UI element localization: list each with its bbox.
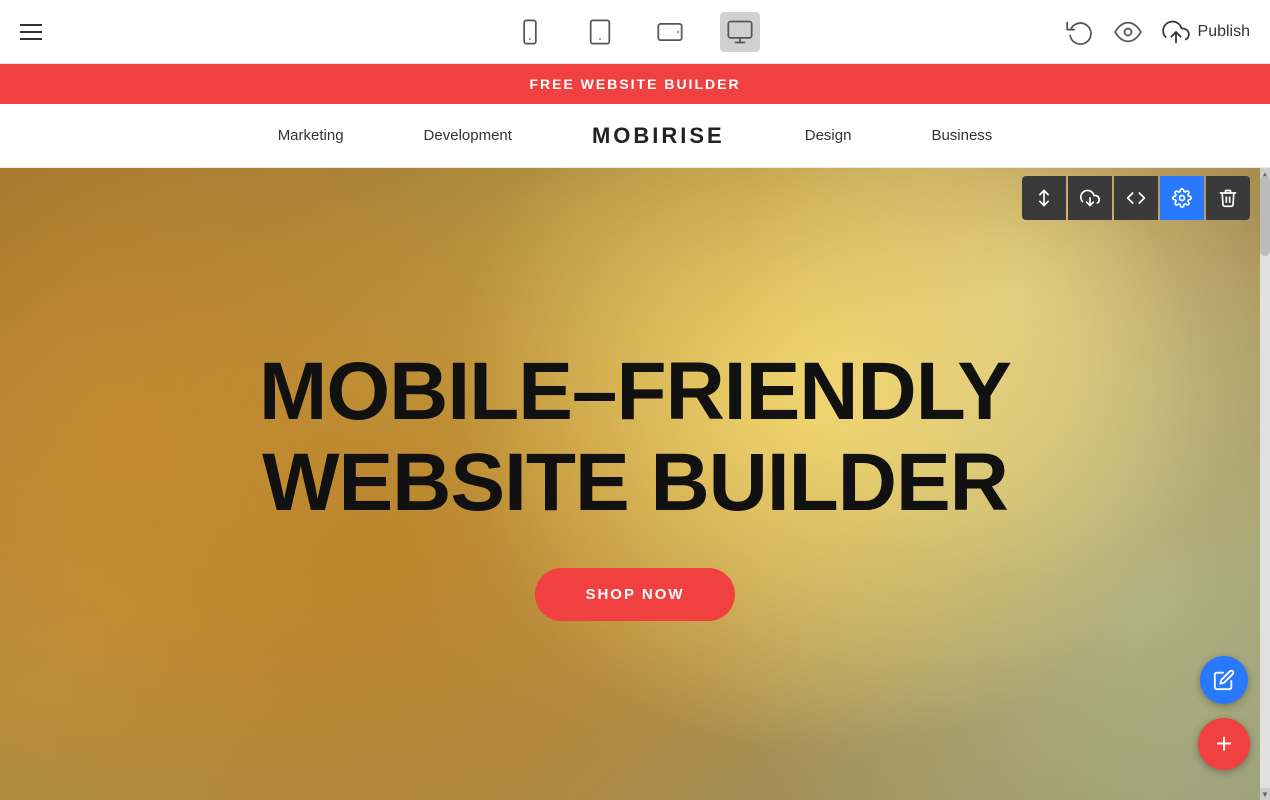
hero-section: MOBILE–FRIENDLY WEBSITE BUILDER SHOP NOW bbox=[0, 168, 1270, 800]
scrollbar[interactable]: ▲ ▼ bbox=[1260, 168, 1270, 800]
site-nav: Marketing Development MOBIRISE Design Bu… bbox=[0, 104, 1270, 168]
tablet-landscape-view-button[interactable] bbox=[650, 12, 690, 52]
hero-title-line1: MOBILE–FRIENDLY bbox=[259, 346, 1011, 437]
nav-item-development[interactable]: Development bbox=[424, 127, 512, 144]
mobile-view-button[interactable] bbox=[510, 12, 550, 52]
block-settings-button[interactable] bbox=[1160, 176, 1204, 220]
add-block-fab-button[interactable]: + bbox=[1198, 718, 1250, 770]
hero-title-line2: WEBSITE BUILDER bbox=[262, 437, 1008, 528]
hero-title: MOBILE–FRIENDLY WEBSITE BUILDER bbox=[259, 347, 1011, 527]
desktop-view-button[interactable] bbox=[720, 12, 760, 52]
undo-button[interactable] bbox=[1066, 18, 1094, 46]
nav-item-business[interactable]: Business bbox=[931, 127, 992, 144]
scroll-down-button[interactable]: ▼ bbox=[1260, 788, 1270, 800]
hero-content: MOBILE–FRIENDLY WEBSITE BUILDER SHOP NOW bbox=[0, 168, 1270, 800]
save-block-button[interactable] bbox=[1068, 176, 1112, 220]
menu-button[interactable] bbox=[20, 24, 42, 40]
nav-item-design[interactable]: Design bbox=[805, 127, 852, 144]
promo-banner-text: FREE WEBSITE BUILDER bbox=[529, 76, 740, 92]
toolbar-actions: Publish bbox=[1066, 18, 1250, 46]
publish-button[interactable]: Publish bbox=[1162, 18, 1250, 46]
site-logo: MOBIRISE bbox=[592, 123, 725, 149]
preview-button[interactable] bbox=[1114, 18, 1142, 46]
device-switcher bbox=[510, 12, 760, 52]
edit-code-button[interactable] bbox=[1114, 176, 1158, 220]
scrollbar-thumb[interactable] bbox=[1260, 176, 1270, 256]
shop-now-button[interactable]: SHOP NOW bbox=[535, 568, 734, 621]
tablet-view-button[interactable] bbox=[580, 12, 620, 52]
fab-container: + bbox=[1198, 656, 1250, 770]
promo-banner: FREE WEBSITE BUILDER bbox=[0, 64, 1270, 104]
move-block-button[interactable] bbox=[1022, 176, 1066, 220]
block-toolbar bbox=[1022, 176, 1250, 220]
nav-item-marketing[interactable]: Marketing bbox=[278, 127, 344, 144]
plus-icon: + bbox=[1216, 730, 1232, 758]
publish-label: Publish bbox=[1198, 23, 1250, 41]
top-toolbar: Publish bbox=[0, 0, 1270, 64]
delete-block-button[interactable] bbox=[1206, 176, 1250, 220]
edit-fab-button[interactable] bbox=[1200, 656, 1248, 704]
